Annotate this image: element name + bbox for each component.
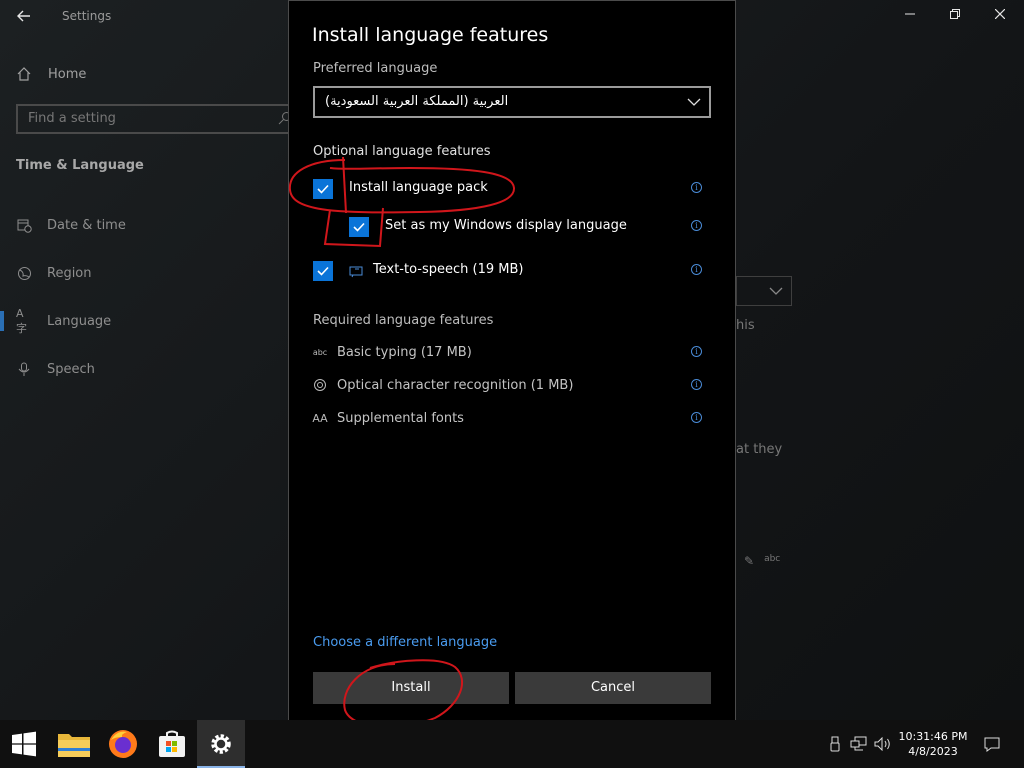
info-icon[interactable]: i xyxy=(691,264,702,275)
preferred-language-label: Preferred language xyxy=(313,61,438,76)
info-icon[interactable]: i xyxy=(691,182,702,193)
folder-icon xyxy=(58,734,90,757)
info-icon[interactable]: i xyxy=(691,346,702,357)
required-features-heading: Required language features xyxy=(313,313,494,328)
sidebar-item-label: Speech xyxy=(47,361,95,377)
required-feature-ocr: Optical character recognition (1 MB) xyxy=(313,376,573,394)
install-language-pack-label: Install language pack xyxy=(349,180,488,195)
sidebar-item-label: Date & time xyxy=(47,217,126,233)
usb-icon[interactable] xyxy=(826,720,844,768)
handwriting-icon: ✎ xyxy=(744,554,755,568)
sidebar-item-label: Language xyxy=(47,313,112,329)
clock-date: 4/8/2023 xyxy=(908,745,958,758)
close-button[interactable] xyxy=(988,6,1012,26)
checkmark-icon xyxy=(353,222,365,232)
display-language-label: Set as my Windows display language xyxy=(385,218,627,233)
background-icons: ✎ abc xyxy=(744,554,780,568)
required-feature-basic-typing: abc Basic typing (17 MB) xyxy=(313,343,472,361)
section-title: Time & Language xyxy=(16,158,144,173)
firefox-icon xyxy=(109,730,137,758)
text-to-speech-icon xyxy=(349,266,363,278)
settings-taskbar-button[interactable] xyxy=(197,720,245,768)
close-icon xyxy=(994,8,1006,20)
display-language-checkbox[interactable] xyxy=(349,217,369,237)
text-to-speech-label: Text-to-speech (19 MB) xyxy=(373,262,524,277)
install-language-dialog: Install language features Preferred lang… xyxy=(288,0,736,728)
volume-icon[interactable] xyxy=(872,720,894,768)
required-feature-label: Basic typing (17 MB) xyxy=(337,344,472,360)
info-icon[interactable]: i xyxy=(691,412,702,423)
minimize-button[interactable] xyxy=(898,6,922,26)
preferred-language-select[interactable]: العربية (المملكة العربية السعودية) xyxy=(313,86,711,118)
globe-icon xyxy=(16,265,32,281)
gear-icon xyxy=(211,734,231,754)
start-button[interactable] xyxy=(0,720,48,768)
ocr-icon xyxy=(313,378,327,392)
notifications-icon[interactable] xyxy=(978,720,1006,768)
checkmark-icon xyxy=(317,266,329,276)
spellcheck-icon: abc xyxy=(764,554,781,564)
home-icon xyxy=(17,67,31,81)
search-input[interactable]: Find a setting xyxy=(16,104,298,134)
font-icon: AA xyxy=(312,411,328,425)
restore-icon xyxy=(950,9,960,19)
required-feature-label: Optical character recognition (1 MB) xyxy=(337,377,574,393)
window-title: Settings xyxy=(62,9,112,23)
required-feature-fonts: AA Supplemental fonts xyxy=(312,409,464,427)
windows-logo-icon xyxy=(12,731,36,757)
minimize-icon xyxy=(905,13,915,15)
dialog-title: Install language features xyxy=(312,24,549,46)
required-feature-label: Supplemental fonts xyxy=(337,410,464,426)
sidebar-item-speech[interactable]: Speech xyxy=(16,357,95,381)
back-button[interactable] xyxy=(12,6,36,26)
firefox-button[interactable] xyxy=(99,720,147,768)
sidebar-item-language[interactable]: A字 Language xyxy=(0,306,112,335)
info-icon[interactable]: i xyxy=(691,379,702,390)
sidebar-item-date-time[interactable]: Date & time xyxy=(16,213,126,237)
install-language-pack-checkbox[interactable] xyxy=(313,179,333,199)
cancel-button[interactable]: Cancel xyxy=(515,672,711,704)
install-button[interactable]: Install xyxy=(313,672,509,704)
search-placeholder: Find a setting xyxy=(28,111,116,126)
sidebar-item-region[interactable]: Region xyxy=(16,261,92,285)
clock[interactable]: 10:31:46 PM 4/8/2023 xyxy=(893,729,973,759)
preferred-language-value: العربية (المملكة العربية السعودية) xyxy=(325,94,509,109)
microphone-icon xyxy=(16,361,32,377)
info-icon[interactable]: i xyxy=(691,220,702,231)
taskbar: 10:31:46 PM 4/8/2023 xyxy=(0,720,1024,768)
background-dropdown xyxy=(736,276,792,306)
background-text: his xyxy=(736,318,755,333)
sidebar-item-label: Home xyxy=(48,66,87,82)
sidebar-item-home[interactable]: Home xyxy=(16,63,86,85)
language-icon: A字 xyxy=(16,306,27,335)
microsoft-store-button[interactable] xyxy=(148,720,196,768)
sidebar-item-label: Region xyxy=(47,265,92,281)
store-icon xyxy=(159,730,185,757)
clock-time: 10:31:46 PM xyxy=(898,730,968,743)
network-icon[interactable] xyxy=(848,720,870,768)
optional-features-heading: Optional language features xyxy=(313,144,491,159)
chevron-down-icon xyxy=(687,98,701,106)
background-text: at they xyxy=(736,442,783,457)
choose-different-language-link[interactable]: Choose a different language xyxy=(313,635,497,650)
calendar-clock-icon xyxy=(16,217,32,233)
text-to-speech-checkbox[interactable] xyxy=(313,261,333,281)
file-explorer-button[interactable] xyxy=(50,720,98,768)
back-arrow-icon xyxy=(17,10,30,22)
chevron-down-icon xyxy=(769,287,783,295)
maximize-button[interactable] xyxy=(943,6,967,26)
abc-icon: abc xyxy=(312,347,328,357)
checkmark-icon xyxy=(317,184,329,194)
